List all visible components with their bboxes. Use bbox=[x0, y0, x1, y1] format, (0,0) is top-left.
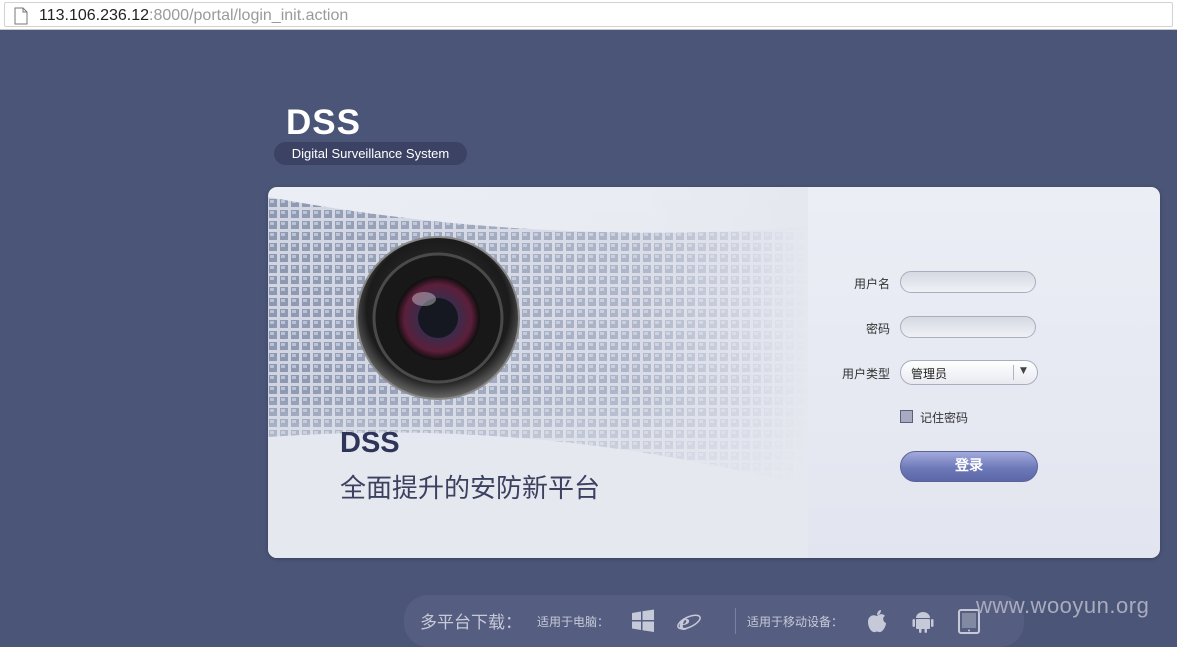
apple-icon[interactable] bbox=[865, 608, 889, 634]
chevron-down-icon[interactable]: ▼ bbox=[1020, 366, 1027, 376]
hero-subtitle: 全面提升的安防新平台 bbox=[340, 474, 601, 504]
url-text: 113.106.236.12:8000/portal/login_init.ac… bbox=[39, 7, 348, 25]
download-bar: 多平台下载： 适用于电脑： e 适用于移动设备： bbox=[404, 595, 1024, 647]
dss-logo: DSS Digital Surveillance System bbox=[274, 103, 467, 165]
remember-password-label[interactable]: 记住密码 bbox=[920, 409, 968, 426]
select-divider bbox=[1013, 365, 1014, 380]
username-label: 用户名 bbox=[853, 277, 890, 291]
watermark: www.wooyun.org bbox=[976, 593, 1150, 618]
browser-address-bar: 113.106.236.12:8000/portal/login_init.ac… bbox=[0, 0, 1177, 30]
login-panel: DSS 全面提升的安防新平台 用户名 密码 用户类型 管理员 ▼ 记住密码 登录 bbox=[268, 187, 1160, 558]
download-title: 多平台下载： bbox=[420, 613, 522, 633]
page-icon bbox=[14, 7, 28, 25]
android-icon[interactable] bbox=[911, 608, 935, 634]
password-label: 密码 bbox=[865, 322, 890, 336]
remember-password-checkbox[interactable] bbox=[900, 410, 913, 423]
footer-divider bbox=[735, 608, 736, 634]
password-input[interactable] bbox=[900, 316, 1036, 338]
logo-subtitle: Digital Surveillance System bbox=[274, 142, 467, 165]
user-type-select[interactable]: 管理员 ▼ bbox=[900, 360, 1038, 385]
url-field[interactable]: 113.106.236.12:8000/portal/login_init.ac… bbox=[4, 2, 1173, 27]
hero-title: DSS bbox=[340, 427, 400, 459]
windows-icon[interactable] bbox=[631, 608, 655, 634]
login-button[interactable]: 登录 bbox=[900, 451, 1038, 482]
url-host: 113.106.236.12 bbox=[39, 7, 150, 24]
user-type-label: 用户类型 bbox=[841, 367, 890, 381]
url-path: :8000/portal/login_init.action bbox=[149, 7, 349, 24]
logo-title: DSS bbox=[286, 103, 361, 142]
pc-label: 适用于电脑： bbox=[537, 615, 610, 629]
ie-icon[interactable]: e bbox=[677, 608, 701, 634]
username-input[interactable] bbox=[900, 271, 1036, 293]
mobile-label: 适用于移动设备： bbox=[747, 615, 844, 629]
user-type-value: 管理员 bbox=[911, 367, 948, 381]
